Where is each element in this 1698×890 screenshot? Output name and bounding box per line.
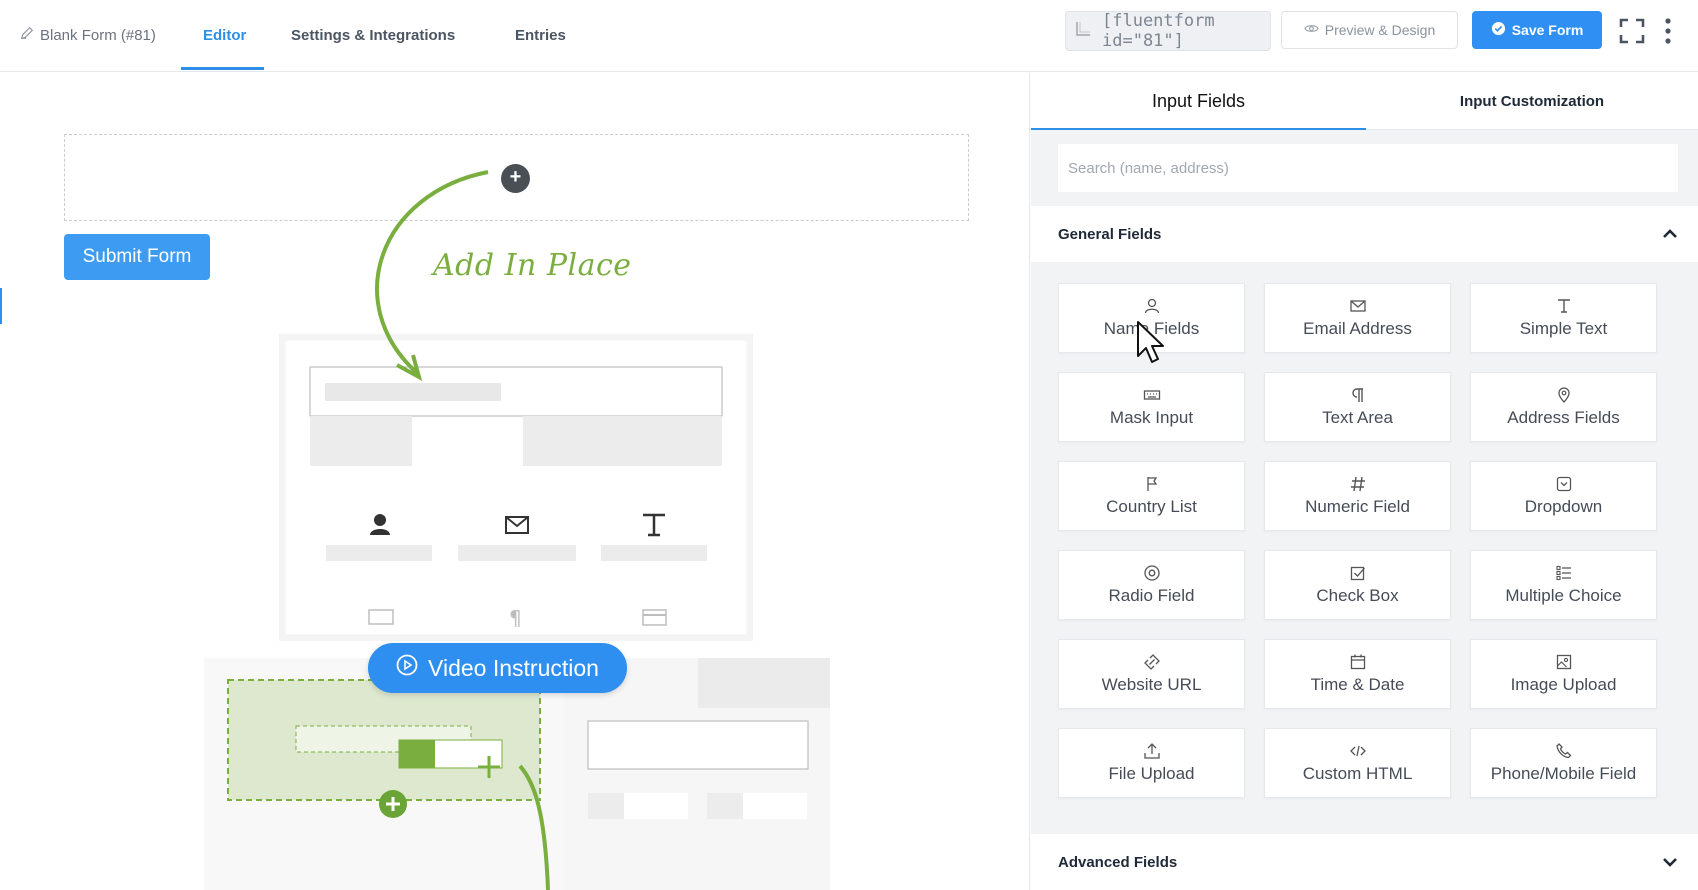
form-title[interactable]: Blank Form (#81) (20, 26, 156, 44)
field-numeric-field[interactable]: Numeric Field (1264, 461, 1451, 531)
add-field-in-place-button[interactable]: + (501, 164, 530, 193)
field-mask-input[interactable]: Mask Input (1058, 372, 1245, 442)
image-icon (1555, 653, 1573, 671)
active-tab-indicator (181, 67, 264, 70)
dropdown-icon (1555, 475, 1573, 493)
more-options-icon[interactable] (1662, 16, 1674, 46)
field-label: Multiple Choice (1505, 586, 1622, 605)
check-circle-icon (1491, 21, 1506, 39)
field-text-area[interactable]: Text Area (1264, 372, 1451, 442)
checkbox-icon (1349, 564, 1367, 582)
add-in-place-caption: Add In Place (433, 248, 632, 283)
preview-label: Preview & Design (1324, 22, 1436, 38)
user-icon (1143, 297, 1161, 315)
field-time-date[interactable]: Time & Date (1264, 639, 1451, 709)
save-form-button[interactable]: Save Form (1472, 11, 1602, 49)
panel-tabs: Input Fields Input Customization (1031, 73, 1698, 130)
list-icon (1555, 564, 1573, 582)
tab-entries[interactable]: Entries (515, 27, 566, 44)
mouse-cursor-icon (1137, 321, 1164, 363)
fullscreen-icon[interactable] (1619, 18, 1645, 44)
field-label: Mask Input (1109, 408, 1194, 427)
field-label: Text Area (1322, 408, 1393, 427)
tutorial-illustration: ¶ (204, 170, 830, 890)
field-label: Email Address (1303, 319, 1412, 338)
video-label: Video Instruction (428, 654, 599, 681)
envelope-icon (1349, 297, 1367, 315)
field-search-input[interactable] (1058, 144, 1678, 192)
form-title-text: Blank Form (#81) (40, 26, 156, 44)
field-country-list[interactable]: Country List (1058, 461, 1245, 531)
hash-icon (1349, 475, 1367, 493)
field-label: Radio Field (1108, 586, 1195, 605)
panel-tab-indicator (1031, 128, 1366, 130)
field-check-box[interactable]: Check Box (1264, 550, 1451, 620)
tab-input-customization[interactable]: Input Customization (1366, 73, 1698, 130)
general-fields-title: General Fields (1058, 225, 1162, 243)
field-panel: Input Fields Input Customization General… (1031, 73, 1698, 890)
link-icon (1143, 653, 1161, 671)
tab-input-fields[interactable]: Input Fields (1031, 73, 1366, 130)
tab-editor[interactable]: Editor (203, 27, 246, 44)
field-label: Image Upload (1510, 675, 1617, 694)
field-label: Numeric Field (1305, 497, 1410, 516)
field-label: File Upload (1108, 764, 1195, 783)
field-label: Custom HTML (1302, 764, 1413, 783)
field-label: Simple Text (1519, 319, 1608, 338)
field-label: Time & Date (1310, 675, 1405, 694)
field-phone-mobile[interactable]: Phone/Mobile Field (1470, 728, 1657, 798)
eye-icon (1304, 21, 1319, 39)
chevron-down-icon (1663, 858, 1677, 867)
video-instruction-button[interactable]: Video Instruction (368, 643, 627, 693)
field-label: Phone/Mobile Field (1490, 764, 1637, 783)
form-editor-canvas: Submit Form ¶ + Add In Place Video Instr… (0, 73, 1030, 890)
field-file-upload[interactable]: File Upload (1058, 728, 1245, 798)
general-fields-header[interactable]: General Fields (1031, 206, 1698, 262)
preview-design-button[interactable]: Preview & Design (1281, 11, 1458, 49)
advanced-fields-title: Advanced Fields (1058, 853, 1178, 871)
advanced-fields-header[interactable]: Advanced Fields (1031, 834, 1698, 890)
field-image-upload[interactable]: Image Upload (1470, 639, 1657, 709)
calendar-icon (1349, 653, 1367, 671)
field-label: Address Fields (1507, 408, 1620, 427)
field-label: Country List (1106, 497, 1197, 516)
play-circle-icon (396, 654, 418, 682)
save-label: Save Form (1511, 22, 1584, 38)
field-multiple-choice[interactable]: Multiple Choice (1470, 550, 1657, 620)
field-label: Dropdown (1524, 497, 1603, 516)
top-bar: Blank Form (#81) Editor Settings & Integ… (0, 0, 1698, 72)
field-simple-text[interactable]: Simple Text (1470, 283, 1657, 353)
copy-icon (1074, 20, 1092, 43)
field-radio-field[interactable]: Radio Field (1058, 550, 1245, 620)
field-label: Website URL (1101, 675, 1202, 694)
paragraph-icon (1349, 386, 1367, 404)
tab-settings-integrations[interactable]: Settings & Integrations (291, 27, 455, 44)
keyboard-icon (1143, 386, 1161, 404)
left-edge-indicator (0, 288, 2, 324)
shortcode-text: [fluentform id="81"] (1102, 11, 1215, 51)
map-pin-icon (1555, 386, 1573, 404)
radio-icon (1143, 564, 1161, 582)
pencil-icon (20, 26, 34, 44)
phone-icon (1555, 742, 1573, 760)
field-address-fields[interactable]: Address Fields (1470, 372, 1657, 442)
chevron-up-icon (1663, 229, 1677, 238)
svg-text:¶: ¶ (509, 606, 522, 630)
flag-icon (1143, 475, 1161, 493)
code-icon (1349, 742, 1367, 760)
field-dropdown[interactable]: Dropdown (1470, 461, 1657, 531)
upload-icon (1143, 742, 1161, 760)
field-email-address[interactable]: Email Address (1264, 283, 1451, 353)
field-label: Check Box (1316, 586, 1399, 605)
text-icon (1555, 297, 1573, 315)
field-website-url[interactable]: Website URL (1058, 639, 1245, 709)
shortcode-copy[interactable]: [fluentform id="81"] (1065, 11, 1271, 51)
field-custom-html[interactable]: Custom HTML (1264, 728, 1451, 798)
